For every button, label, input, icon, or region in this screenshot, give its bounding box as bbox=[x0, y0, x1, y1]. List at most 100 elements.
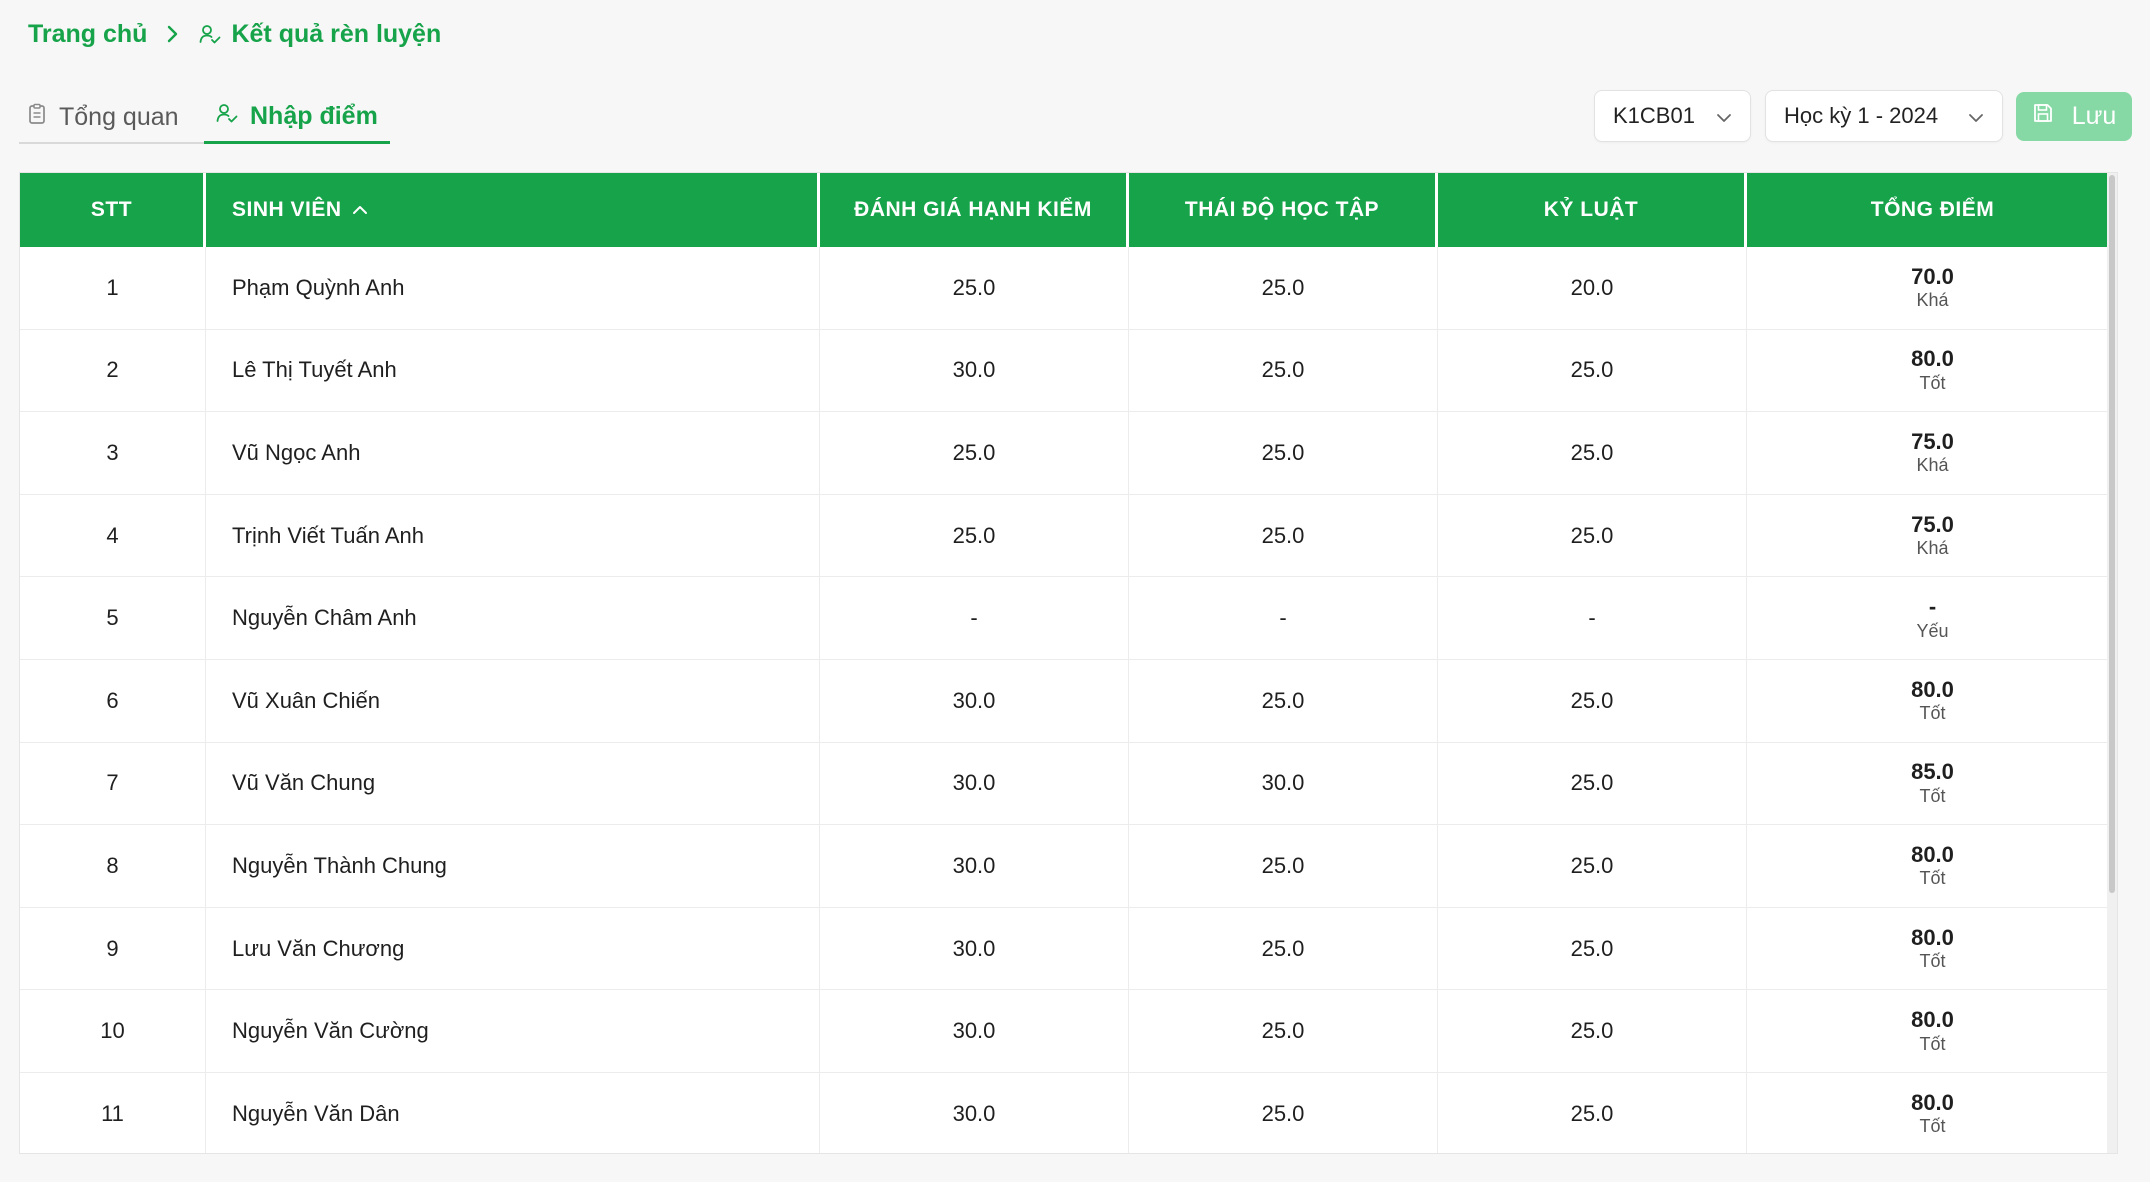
total-score: 80.0 bbox=[1911, 1007, 1954, 1033]
tab-overview[interactable]: Tổng quan bbox=[19, 92, 204, 144]
cell-total: 75.0 Khá bbox=[1747, 495, 2117, 578]
cell-student-name: Vũ Văn Chung bbox=[206, 742, 820, 826]
cell-student-name: Lê Thị Tuyết Anh bbox=[206, 329, 820, 413]
table-row: 9 Lưu Văn Chương 30.0 25.0 25.0 80.0 Tốt bbox=[20, 907, 2117, 991]
total-rank: Tốt bbox=[1919, 1116, 1946, 1137]
cell-discipline-score[interactable]: 20.0 bbox=[1438, 247, 1747, 330]
cell-discipline-score[interactable]: 25.0 bbox=[1438, 742, 1747, 826]
total-score: 80.0 bbox=[1911, 346, 1954, 372]
cell-total: 80.0 Tốt bbox=[1747, 1073, 2117, 1153]
header-stt: STT bbox=[20, 173, 206, 247]
total-score: 80.0 bbox=[1911, 1089, 1954, 1115]
chevron-down-icon bbox=[1716, 103, 1732, 129]
table-row: 6 Vũ Xuân Chiến 30.0 25.0 25.0 80.0 Tốt bbox=[20, 659, 2117, 743]
cell-attitude-score[interactable]: 25.0 bbox=[1129, 1072, 1438, 1153]
user-check-icon bbox=[216, 102, 238, 131]
score-table: STT SINH VIÊN ĐÁNH GIÁ HẠNH KIỂM THÁI ĐỘ… bbox=[19, 172, 2118, 1154]
cell-attitude-score[interactable]: 25.0 bbox=[1129, 329, 1438, 413]
page: Trang chủ Kết quả rèn luyện Tổng quan Nh… bbox=[0, 0, 2150, 1182]
table-row: 5 Nguyễn Châm Anh - - - - Yếu bbox=[20, 577, 2117, 660]
user-check-icon bbox=[199, 23, 221, 45]
cell-stt: 7 bbox=[20, 742, 206, 826]
header-student[interactable]: SINH VIÊN bbox=[206, 173, 820, 247]
total-rank: Khá bbox=[1916, 290, 1949, 311]
term-select[interactable]: Học kỳ 1 - 2024 bbox=[1765, 90, 2003, 142]
breadcrumb-current[interactable]: Kết quả rèn luyện bbox=[199, 20, 441, 49]
sort-ascending-icon bbox=[352, 198, 368, 222]
cell-total: 80.0 Tốt bbox=[1747, 660, 2117, 743]
cell-conduct-score[interactable]: 30.0 bbox=[820, 329, 1129, 413]
cell-student-name: Vũ Xuân Chiến bbox=[206, 659, 820, 743]
cell-discipline-score[interactable]: 25.0 bbox=[1438, 825, 1747, 908]
header-conduct: ĐÁNH GIÁ HẠNH KIỂM bbox=[820, 173, 1129, 247]
cell-attitude-score[interactable]: 25.0 bbox=[1129, 907, 1438, 991]
cell-conduct-score[interactable]: 30.0 bbox=[820, 990, 1129, 1073]
total-rank: Yếu bbox=[1916, 620, 1949, 641]
scrollbar-thumb[interactable] bbox=[2109, 175, 2115, 893]
cell-discipline-score[interactable]: 25.0 bbox=[1438, 1072, 1747, 1153]
cell-student-name: Nguyễn Châm Anh bbox=[206, 577, 820, 660]
cell-conduct-score[interactable]: 25.0 bbox=[820, 412, 1129, 495]
total-score: 75.0 bbox=[1911, 428, 1954, 454]
cell-stt: 2 bbox=[20, 329, 206, 413]
total-rank: Tốt bbox=[1919, 868, 1946, 889]
cell-conduct-score[interactable]: 30.0 bbox=[820, 907, 1129, 991]
cell-discipline-score[interactable]: 25.0 bbox=[1438, 907, 1747, 991]
header-total: TỔNG ĐIỂM bbox=[1747, 173, 2117, 247]
total-rank: Tốt bbox=[1919, 703, 1946, 724]
cell-stt: 8 bbox=[20, 825, 206, 908]
total-rank: Khá bbox=[1916, 537, 1949, 558]
cell-attitude-score[interactable]: 25.0 bbox=[1129, 494, 1438, 578]
table-row: 4 Trịnh Viết Tuấn Anh 25.0 25.0 25.0 75.0 Khá bbox=[20, 494, 2117, 578]
cell-discipline-score[interactable]: 25.0 bbox=[1438, 494, 1747, 578]
tab-enter-scores[interactable]: Nhập điểm bbox=[204, 92, 390, 144]
cell-discipline-score[interactable]: 25.0 bbox=[1438, 990, 1747, 1073]
cell-attitude-score[interactable]: - bbox=[1129, 577, 1438, 660]
cell-conduct-score[interactable]: 25.0 bbox=[820, 494, 1129, 578]
table-row: 3 Vũ Ngọc Anh 25.0 25.0 25.0 75.0 Khá bbox=[20, 412, 2117, 495]
cell-conduct-score[interactable]: 30.0 bbox=[820, 1072, 1129, 1153]
table-row: 7 Vũ Văn Chung 30.0 30.0 25.0 85.0 Tốt bbox=[20, 742, 2117, 826]
cell-stt: 4 bbox=[20, 494, 206, 578]
cell-student-name: Vũ Ngọc Anh bbox=[206, 412, 820, 495]
cell-total: 70.0 Khá bbox=[1747, 247, 2117, 330]
cell-stt: 9 bbox=[20, 907, 206, 991]
total-score: 70.0 bbox=[1911, 263, 1954, 289]
cell-conduct-score[interactable]: 30.0 bbox=[820, 742, 1129, 826]
cell-total: 80.0 Tốt bbox=[1747, 825, 2117, 908]
cell-discipline-score[interactable]: 25.0 bbox=[1438, 659, 1747, 743]
table-row: 1 Phạm Quỳnh Anh 25.0 25.0 20.0 70.0 Khá bbox=[20, 247, 2117, 330]
breadcrumb-current-label: Kết quả rèn luyện bbox=[231, 19, 442, 48]
cell-stt: 3 bbox=[20, 412, 206, 495]
cell-conduct-score[interactable]: 30.0 bbox=[820, 825, 1129, 908]
class-select-value: K1CB01 bbox=[1613, 103, 1695, 128]
cell-conduct-score[interactable]: 25.0 bbox=[820, 247, 1129, 330]
cell-total: 80.0 Tốt bbox=[1747, 330, 2117, 413]
cell-conduct-score[interactable]: - bbox=[820, 577, 1129, 660]
cell-conduct-score[interactable]: 30.0 bbox=[820, 659, 1129, 743]
cell-student-name: Nguyễn Văn Dân bbox=[206, 1072, 820, 1153]
cell-total: 80.0 Tốt bbox=[1747, 908, 2117, 991]
cell-attitude-score[interactable]: 25.0 bbox=[1129, 659, 1438, 743]
vertical-scrollbar[interactable] bbox=[2107, 173, 2117, 1153]
table-row: 10 Nguyễn Văn Cường 30.0 25.0 25.0 80.0 Tốt bbox=[20, 990, 2117, 1073]
clipboard-icon bbox=[27, 103, 47, 132]
class-select[interactable]: K1CB01 bbox=[1594, 90, 1751, 142]
cell-discipline-score[interactable]: 25.0 bbox=[1438, 329, 1747, 413]
breadcrumb-home[interactable]: Trang chủ bbox=[28, 20, 147, 49]
cell-student-name: Trịnh Viết Tuấn Anh bbox=[206, 494, 820, 578]
term-select-value: Học kỳ 1 - 2024 bbox=[1784, 103, 1939, 128]
cell-discipline-score[interactable]: 25.0 bbox=[1438, 412, 1747, 495]
cell-total: 85.0 Tốt bbox=[1747, 743, 2117, 826]
cell-total: - Yếu bbox=[1747, 577, 2117, 660]
cell-attitude-score[interactable]: 25.0 bbox=[1129, 990, 1438, 1073]
total-score: - bbox=[1928, 594, 1937, 620]
cell-attitude-score[interactable]: 30.0 bbox=[1129, 742, 1438, 826]
cell-attitude-score[interactable]: 25.0 bbox=[1129, 412, 1438, 495]
header-student-label: SINH VIÊN bbox=[232, 198, 342, 221]
cell-attitude-score[interactable]: 25.0 bbox=[1129, 825, 1438, 908]
cell-discipline-score[interactable]: - bbox=[1438, 577, 1747, 660]
save-button[interactable]: Lưu bbox=[2016, 92, 2132, 141]
cell-attitude-score[interactable]: 25.0 bbox=[1129, 247, 1438, 330]
chevron-right-icon bbox=[165, 24, 181, 44]
